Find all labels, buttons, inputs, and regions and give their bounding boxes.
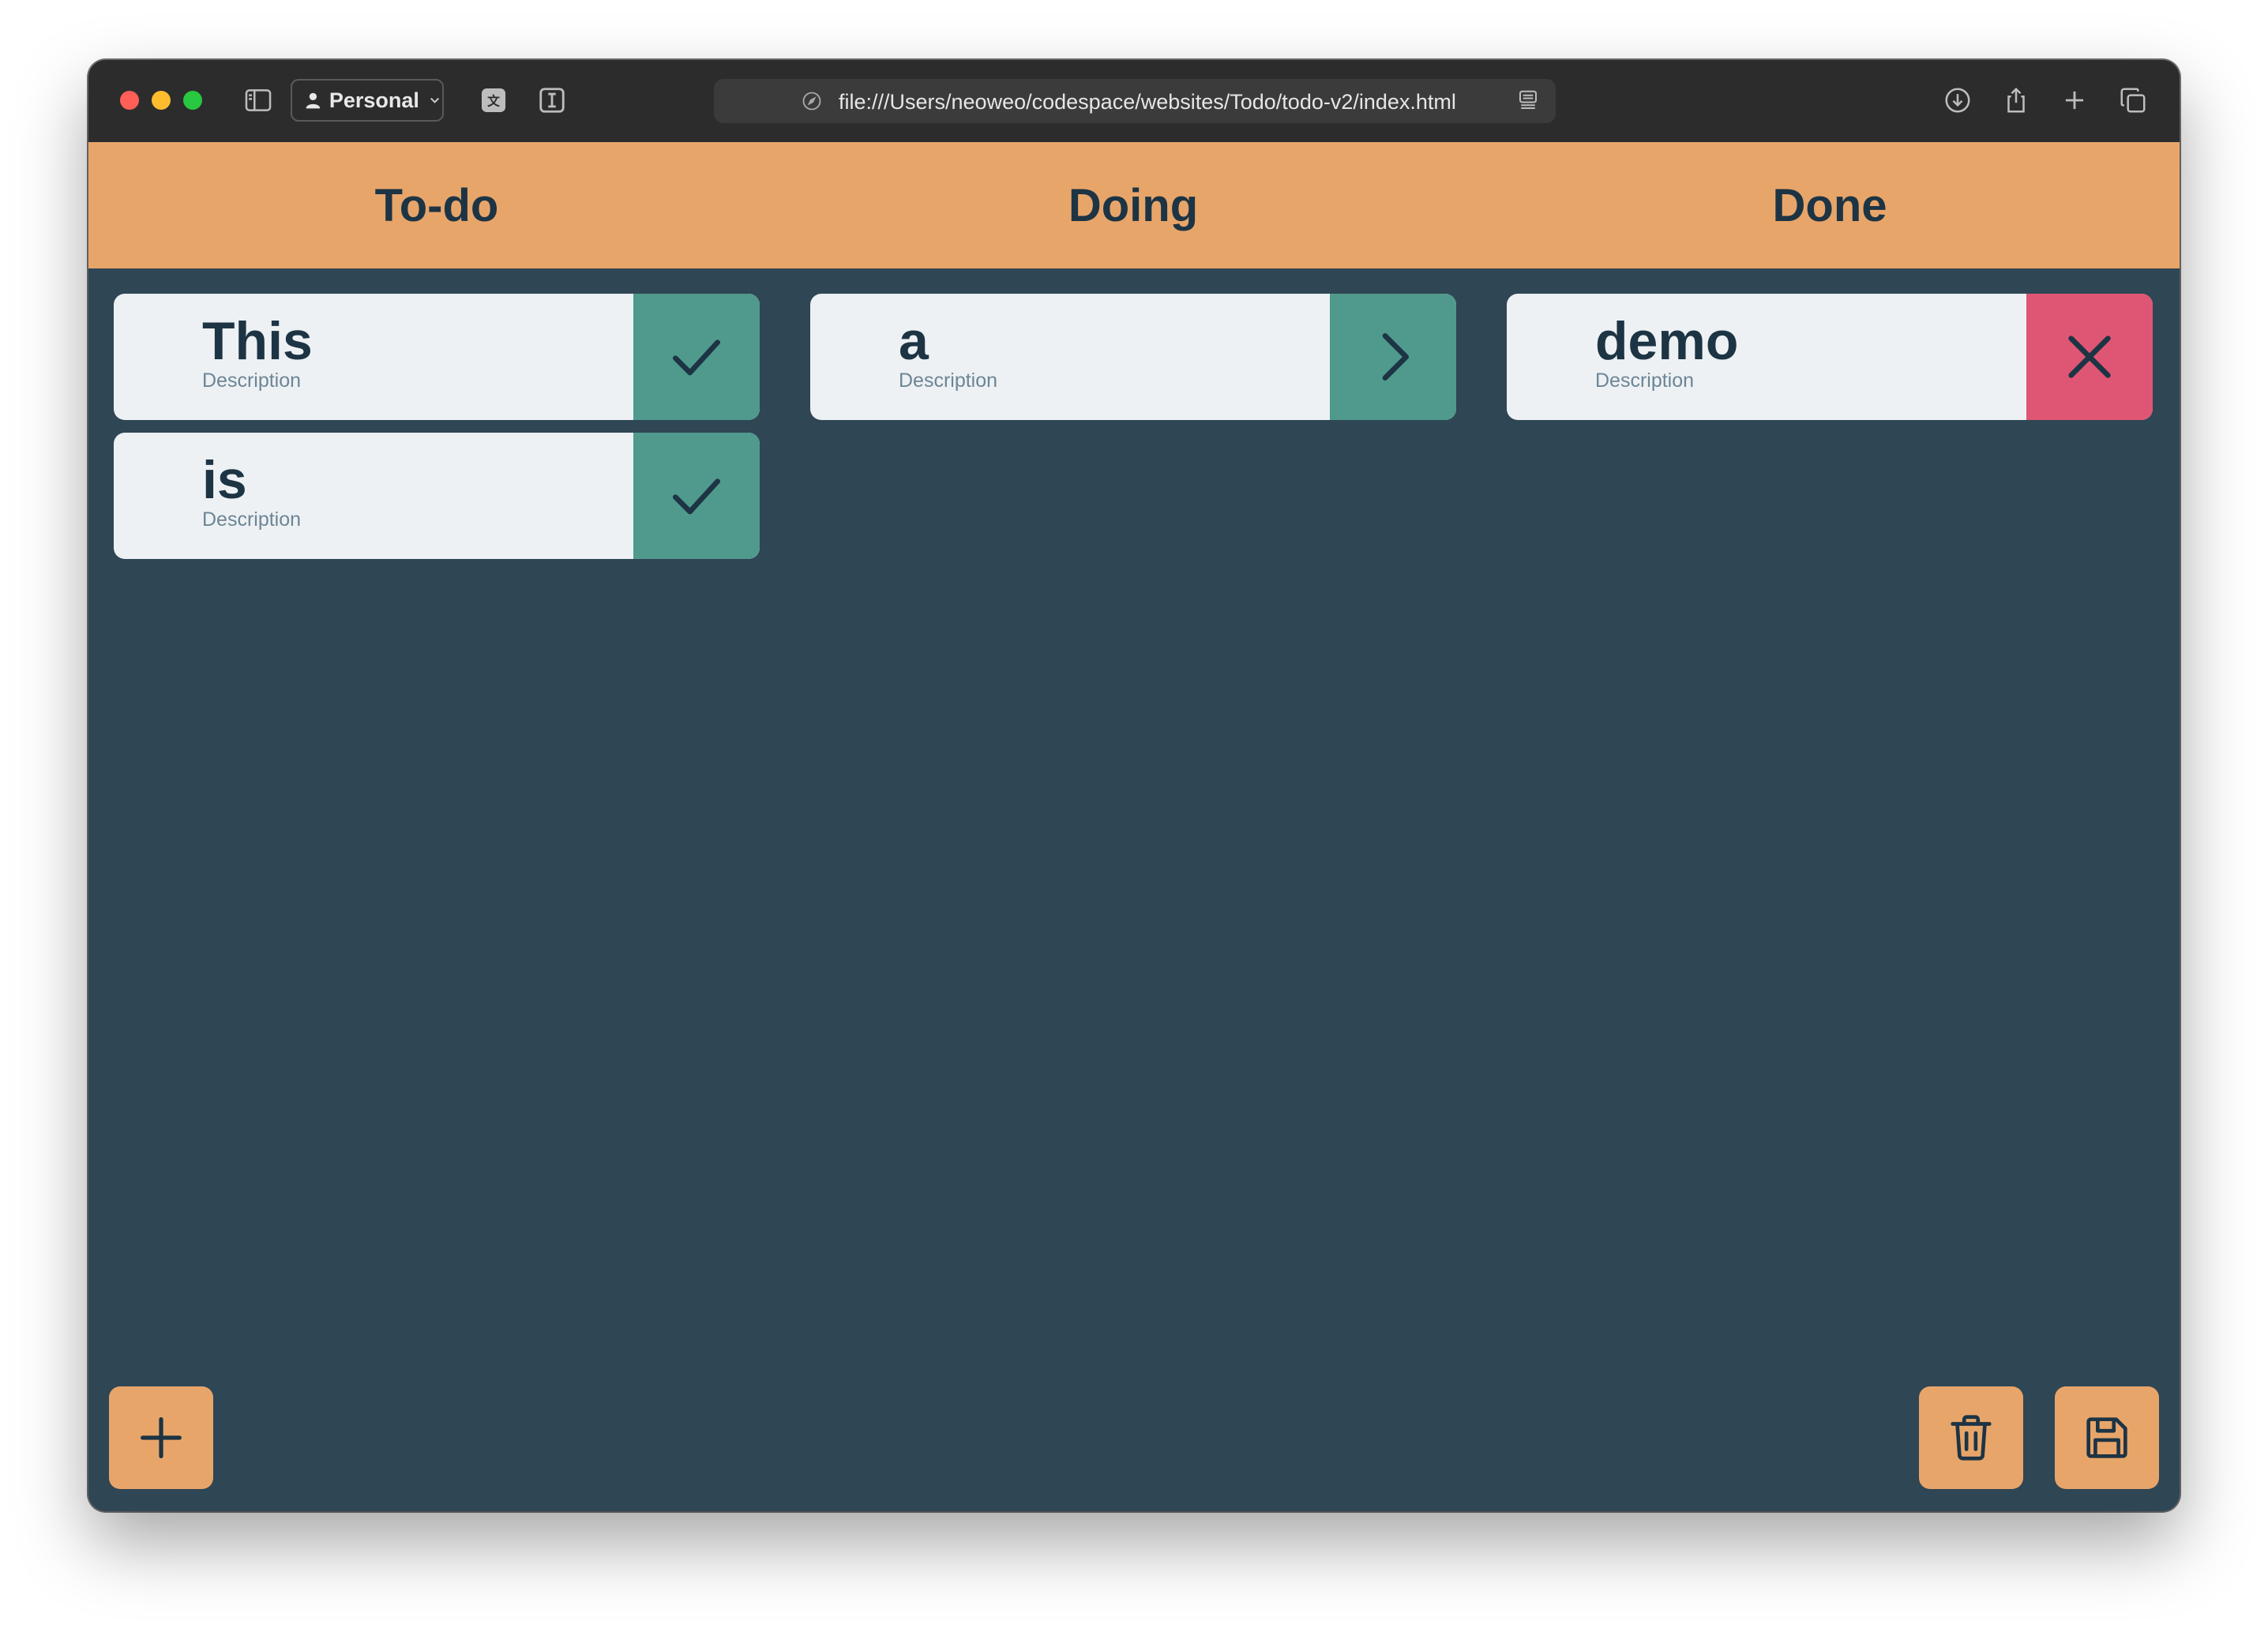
chevron-right-icon xyxy=(1382,333,1409,381)
tab-overview-icon[interactable] xyxy=(2116,84,2150,117)
browser-toolbar: Personal 文 file:///Users/neoweo/codespac… xyxy=(88,60,2180,144)
column-title-done: Done xyxy=(1772,179,1887,231)
close-icon xyxy=(2068,336,2111,378)
task-card[interactable]: demo Description xyxy=(1507,294,2153,420)
task-description: Description xyxy=(1595,369,1695,392)
task-title: demo xyxy=(1595,311,1739,371)
close-window-button[interactable] xyxy=(120,91,139,110)
column-title-doing: Doing xyxy=(1068,179,1199,231)
compass-icon xyxy=(802,92,821,111)
add-task-button[interactable] xyxy=(109,1386,213,1489)
task-description: Description xyxy=(899,369,998,392)
profile-label: Personal xyxy=(329,88,419,112)
remove-task-button[interactable] xyxy=(2026,294,2153,420)
task-card[interactable]: This Description xyxy=(114,294,760,420)
task-card[interactable]: is Description xyxy=(114,433,760,559)
save-icon xyxy=(2086,1417,2127,1458)
save-button[interactable] xyxy=(2055,1386,2159,1489)
task-description: Description xyxy=(202,508,302,531)
column-title-todo: To-do xyxy=(374,179,499,231)
translate-icon[interactable]: 文 xyxy=(477,84,510,117)
reader-mode-icon[interactable] xyxy=(1516,88,1540,112)
chevron-down-icon xyxy=(430,97,439,103)
url-text: file:///Users/neoweo/codespace/websites/… xyxy=(839,90,1456,114)
mark-done-button[interactable] xyxy=(1330,294,1456,420)
plus-icon xyxy=(141,1417,182,1458)
address-bar[interactable]: file:///Users/neoweo/codespace/websites/… xyxy=(714,79,1556,123)
delete-button[interactable] xyxy=(1919,1386,2023,1489)
reader-extension-icon[interactable] xyxy=(535,84,569,117)
person-icon xyxy=(306,92,321,109)
task-card[interactable]: a Description xyxy=(810,294,1456,420)
task-title: is xyxy=(202,450,247,510)
check-icon xyxy=(673,339,720,376)
svg-text:文: 文 xyxy=(487,93,500,108)
minimize-window-button[interactable] xyxy=(152,91,171,110)
sidebar-toggle-icon[interactable] xyxy=(242,84,275,117)
trash-icon xyxy=(1951,1415,1992,1461)
board-header: To-do Doing Done xyxy=(88,142,2180,268)
mark-doing-button[interactable] xyxy=(633,294,760,420)
zoom-window-button[interactable] xyxy=(183,91,202,110)
check-icon xyxy=(673,478,720,515)
profile-menu[interactable]: Personal xyxy=(291,79,444,122)
task-title: a xyxy=(899,311,929,371)
task-title: This xyxy=(202,311,313,371)
new-tab-icon[interactable] xyxy=(2058,84,2091,117)
mark-doing-button[interactable] xyxy=(633,433,760,559)
browser-window: Personal 文 file:///Users/neoweo/codespac… xyxy=(88,60,2180,1511)
task-description: Description xyxy=(202,369,302,392)
download-icon[interactable] xyxy=(1941,84,1974,117)
share-icon[interactable] xyxy=(2000,84,2033,117)
